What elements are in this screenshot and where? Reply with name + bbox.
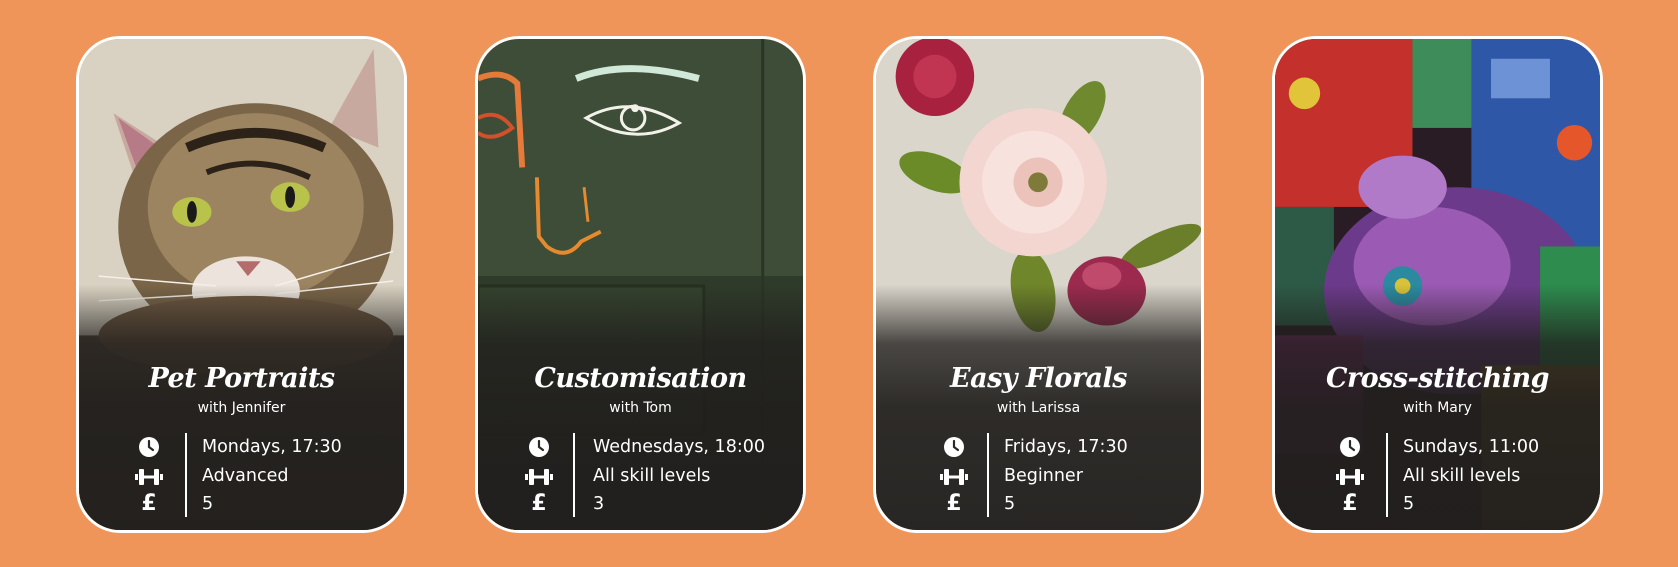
schedule-text: Fridays, 17:30 — [1004, 437, 1128, 457]
price-text: 5 — [1403, 494, 1415, 514]
class-card-cross-stitching[interactable]: Cross-stitching with Mary £ Sundays, 11:… — [1272, 36, 1603, 533]
class-card-pet-portraits[interactable]: Pet Portraits with Jennifer £ Mondays, 1… — [76, 36, 407, 533]
class-card-customisation[interactable]: Customisation with Tom £ Wednesdays, 18:… — [475, 36, 806, 533]
level-text: All skill levels — [1403, 466, 1521, 486]
card-details: £ Fridays, 17:30 Beginner 5 — [876, 428, 1201, 520]
card-details: £ Sundays, 11:00 All skill levels 5 — [1275, 428, 1600, 520]
pound-sign-icon: £ — [531, 490, 547, 516]
level-text: Beginner — [1004, 466, 1083, 486]
card-title: Pet Portraits — [148, 363, 335, 394]
details-divider — [987, 433, 989, 517]
pound-sign-icon: £ — [141, 490, 157, 516]
pound-sign-icon: £ — [1342, 490, 1358, 516]
clock-icon — [939, 435, 969, 459]
card-title: Cross-stitching — [1325, 363, 1550, 394]
card-title: Easy Florals — [950, 363, 1127, 394]
schedule-text: Sundays, 11:00 — [1403, 437, 1540, 457]
details-divider — [573, 433, 575, 517]
card-teacher: with Larissa — [996, 400, 1081, 416]
card-title: Customisation — [534, 363, 747, 394]
schedule-text: Mondays, 17:30 — [202, 437, 342, 457]
card-details: £ Wednesdays, 18:00 All skill levels 3 — [478, 428, 803, 520]
dumbbell-icon — [939, 465, 969, 489]
level-text: Advanced — [202, 466, 289, 486]
dumbbell-icon — [524, 465, 554, 489]
dumbbell-icon — [134, 465, 164, 489]
price-text: 5 — [1004, 494, 1016, 514]
schedule-text: Wednesdays, 18:00 — [593, 437, 765, 457]
clock-icon — [1335, 435, 1365, 459]
card-teacher: with Jennifer — [197, 400, 286, 416]
clock-icon — [524, 435, 554, 459]
card-details: £ Mondays, 17:30 Advanced 5 — [79, 428, 404, 520]
pound-sign-icon: £ — [946, 490, 962, 516]
details-divider — [185, 433, 187, 517]
clock-icon — [134, 435, 164, 459]
details-divider — [1386, 433, 1388, 517]
price-text: 3 — [593, 494, 605, 514]
dumbbell-icon — [1335, 465, 1365, 489]
level-text: All skill levels — [593, 466, 711, 486]
card-teacher: with Tom — [609, 400, 672, 416]
class-card-easy-florals[interactable]: Easy Florals with Larissa £ Fridays, 17:… — [873, 36, 1204, 533]
card-teacher: with Mary — [1403, 400, 1472, 416]
price-text: 5 — [202, 494, 214, 514]
